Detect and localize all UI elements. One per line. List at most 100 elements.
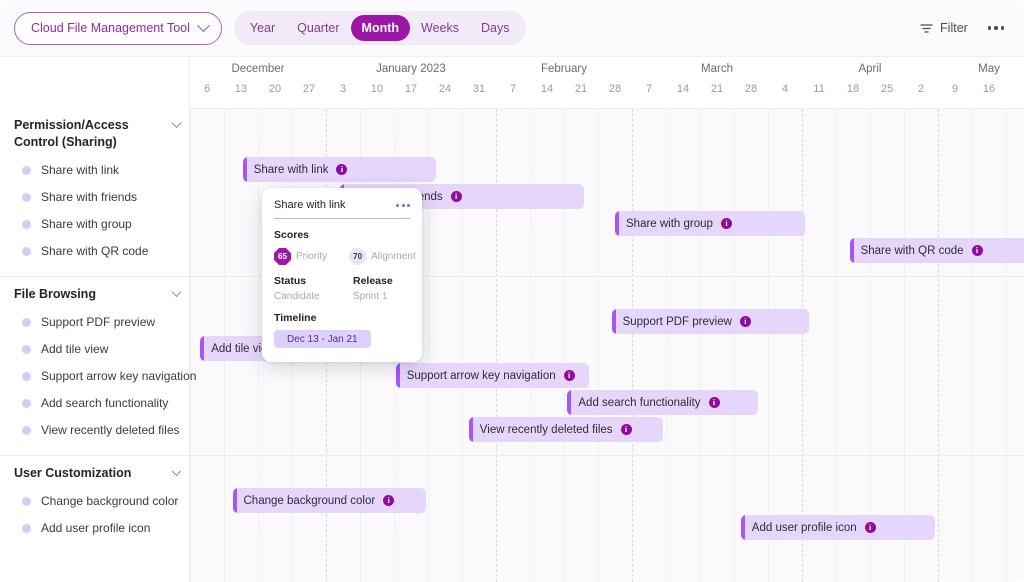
gantt-bar-label: Share with group	[626, 218, 713, 230]
gridline	[1006, 109, 1007, 582]
group-header-label: Permission/Access Control (Sharing)	[14, 117, 167, 151]
month-label: March	[632, 63, 802, 75]
day-tick-label: 28	[598, 83, 632, 95]
gantt-bar[interactable]: Support arrow key navigationi	[396, 363, 590, 388]
group-header[interactable]: File Browsing	[14, 286, 180, 303]
info-icon[interactable]: i	[972, 245, 983, 256]
gantt-bar-label: View recently deleted files	[480, 424, 613, 436]
gantt-bar-label: Share with link	[254, 164, 329, 176]
info-icon[interactable]: i	[709, 397, 720, 408]
group-header[interactable]: Permission/Access Control (Sharing)	[14, 117, 180, 151]
more-horizontal-icon	[988, 26, 991, 29]
gantt-bar-label: Share with QR code	[861, 245, 964, 257]
popup-scores-heading: Scores	[274, 229, 410, 241]
priority-badge: 65	[274, 248, 291, 265]
sidebar-task-row[interactable]: View recently deleted files	[22, 420, 190, 440]
sidebar-task-row[interactable]: Share with friends	[22, 187, 190, 207]
task-status-dot	[22, 399, 31, 408]
tab-days[interactable]: Days	[470, 15, 520, 41]
sidebar-task-label: Share with group	[41, 217, 132, 231]
timescale-tabs: Year Quarter Month Weeks Days	[234, 11, 526, 45]
sidebar-task-row[interactable]: Share with QR code	[22, 241, 190, 261]
task-status-dot	[22, 166, 31, 175]
tab-weeks[interactable]: Weeks	[410, 15, 470, 41]
day-tick-label: 7	[496, 83, 530, 95]
release-value: Sprint 1	[353, 291, 410, 302]
gantt-bar[interactable]: Change background colori	[233, 488, 427, 513]
info-icon[interactable]: i	[383, 495, 394, 506]
day-tick-label: 14	[530, 83, 564, 95]
gantt-bar[interactable]: Add search functionality i	[567, 390, 757, 415]
gridline	[666, 109, 667, 582]
popup-more-button[interactable]	[396, 204, 410, 207]
day-tick-label: 28	[734, 83, 768, 95]
day-tick-label: 2	[904, 83, 938, 95]
timeline-header-spacer	[0, 57, 190, 109]
chevron-down-icon	[172, 466, 182, 476]
sidebar-task-label: Add user profile icon	[41, 521, 150, 535]
task-status-dot	[22, 426, 31, 435]
popup-priority-score: 65 Priority	[274, 248, 327, 265]
info-icon[interactable]: i	[740, 316, 751, 327]
info-icon[interactable]: i	[451, 191, 462, 202]
month-label: February	[496, 63, 632, 75]
day-tick-label: 6	[190, 83, 224, 95]
more-horizontal-icon	[396, 204, 399, 207]
day-tick-label: 21	[564, 83, 598, 95]
info-icon[interactable]: i	[336, 164, 347, 175]
popup-scores-row: 65 Priority 70 Alignment	[274, 248, 410, 265]
priority-label: Priority	[296, 251, 327, 262]
gantt-bar[interactable]: Add user profile icon i	[741, 515, 935, 540]
filter-button[interactable]: Filter	[920, 21, 968, 35]
month-label: January 2023	[326, 63, 496, 75]
day-tick-label: 9	[938, 83, 972, 95]
task-detail-popup: Share with link Scores 65 Priority 70 Al…	[262, 188, 422, 362]
group-divider	[190, 455, 1024, 456]
tab-quarter[interactable]: Quarter	[286, 15, 350, 41]
task-status-dot	[22, 372, 31, 381]
sidebar-task-row[interactable]: Change background color	[22, 491, 190, 511]
sidebar-task-row[interactable]: Add tile view	[22, 339, 190, 359]
day-tick-label: 18	[836, 83, 870, 95]
alignment-badge: 70	[349, 248, 366, 265]
gantt-bar[interactable]: Share with group i	[615, 211, 805, 236]
info-icon[interactable]: i	[721, 218, 732, 229]
gantt-bar-label: Add user profile icon	[752, 522, 857, 534]
group-header[interactable]: User Customization	[14, 465, 180, 482]
day-tick-label: 14	[666, 83, 700, 95]
gantt-bar-label: Add search functionality	[578, 397, 700, 409]
sidebar-task-row[interactable]: Support arrow key navigation	[22, 366, 190, 386]
gantt-bar[interactable]: Share with link i	[243, 157, 437, 182]
month-label: April	[802, 63, 938, 75]
gantt-bar[interactable]: Support PDF previewi	[612, 309, 809, 334]
tab-year[interactable]: Year	[239, 15, 286, 41]
more-options-button[interactable]	[984, 22, 1008, 33]
group-header-label: User Customization	[14, 465, 167, 482]
sidebar-task-label: Share with QR code	[41, 244, 148, 258]
popup-status-column: Status Candidate	[274, 275, 331, 302]
popup-title: Share with link	[274, 199, 346, 211]
day-tick-label: 20	[258, 83, 292, 95]
day-tick-label: 27	[292, 83, 326, 95]
sidebar-task-row[interactable]: Share with link	[22, 160, 190, 180]
info-icon[interactable]: i	[621, 424, 632, 435]
project-selector[interactable]: Cloud File Management Tool	[14, 12, 222, 45]
sidebar-task-label: View recently deleted files	[41, 423, 180, 437]
day-tick-label: 13	[224, 83, 258, 95]
gridline	[190, 109, 191, 582]
sidebar-task-label: Share with link	[41, 163, 119, 177]
info-icon[interactable]: i	[564, 370, 575, 381]
sidebar-task-row[interactable]: Add search functionality	[22, 393, 190, 413]
info-icon[interactable]: i	[865, 522, 876, 533]
gantt-bar[interactable]: Share with QR code i	[850, 238, 1024, 263]
gantt-bar[interactable]: View recently deleted files i	[469, 417, 663, 442]
day-tick-label: 7	[632, 83, 666, 95]
tab-month[interactable]: Month	[351, 15, 410, 41]
chevron-down-icon	[172, 287, 182, 297]
sidebar-task-row[interactable]: Support PDF preview	[22, 312, 190, 332]
filter-icon	[920, 23, 933, 34]
gridline	[462, 109, 463, 582]
sidebar-task-row[interactable]: Add user profile icon	[22, 518, 190, 538]
sidebar-task-row[interactable]: Share with group	[22, 214, 190, 234]
alignment-label: Alignment	[371, 251, 415, 262]
